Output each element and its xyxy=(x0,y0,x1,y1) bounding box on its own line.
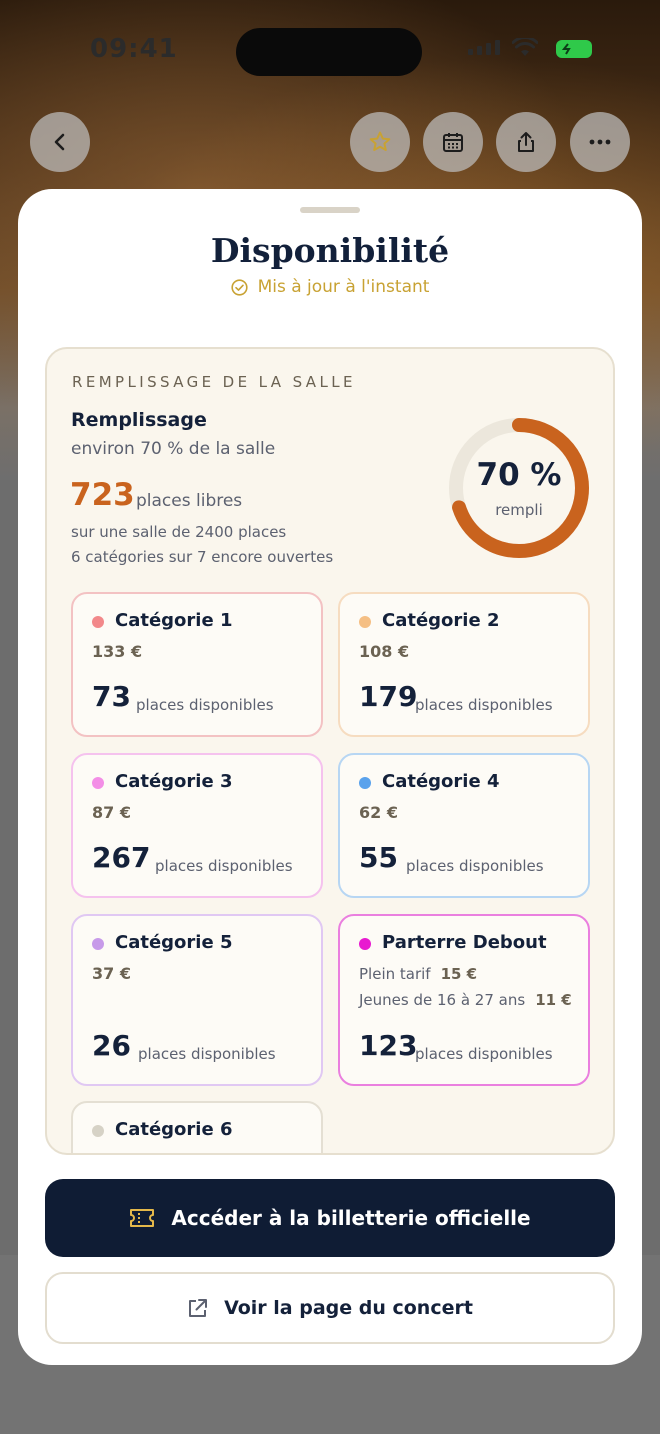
category-avail-label: places disponibles xyxy=(415,1045,553,1063)
category-dot xyxy=(92,938,104,950)
battery-icon xyxy=(556,40,592,58)
category-avail-label: places disponibles xyxy=(136,696,274,714)
cellular-signal-icon xyxy=(468,40,500,55)
more-icon xyxy=(589,139,611,145)
favorite-button[interactable] xyxy=(350,112,410,172)
category-card-1[interactable]: Catégorie 1 133 € 73 places disponibles xyxy=(71,592,323,737)
free-seats-label: places libres xyxy=(136,491,243,511)
category-price: 62 € xyxy=(359,803,398,822)
category-card-6[interactable]: Catégorie 6 xyxy=(71,1101,323,1153)
category-count: 55 xyxy=(359,841,398,874)
chevron-left-icon xyxy=(54,133,65,151)
donut-percent: 70 % xyxy=(476,457,562,493)
sheet-grabber[interactable] xyxy=(300,207,360,213)
category-name: Catégorie 5 xyxy=(115,932,233,953)
youth-price-label: Jeunes de 16 à 27 ans xyxy=(359,991,526,1009)
category-dot xyxy=(359,616,371,628)
update-status-text: Mis à jour à l'instant xyxy=(257,277,430,297)
wifi-icon xyxy=(512,38,538,56)
star-icon xyxy=(369,131,391,151)
concert-page-label: Voir la page du concert xyxy=(224,1297,473,1319)
concert-page-button[interactable]: Voir la page du concert xyxy=(45,1272,615,1344)
update-status: Mis à jour à l'instant xyxy=(18,277,642,297)
category-dot xyxy=(359,777,371,789)
share-button[interactable] xyxy=(496,112,556,172)
availability-sheet: Disponibilité Mis à jour à l'instant REM… xyxy=(18,189,642,1365)
category-card-5[interactable]: Catégorie 5 37 € 26 places disponibles xyxy=(71,914,323,1086)
full-price-line: Plein tarif 15 € xyxy=(359,965,477,983)
category-count: 267 xyxy=(92,841,151,874)
category-name: Catégorie 2 xyxy=(382,610,500,631)
dynamic-island xyxy=(236,28,422,76)
sheet-title: Disponibilité xyxy=(210,231,450,270)
category-avail-label: places disponibles xyxy=(406,857,544,875)
category-dot xyxy=(92,777,104,789)
category-count: 179 xyxy=(359,680,418,713)
open-categories: 6 catégories sur 7 encore ouvertes xyxy=(71,548,334,566)
free-seats-count: 723 xyxy=(70,477,135,513)
youth-price-line: Jeunes de 16 à 27 ans 11 € xyxy=(359,991,572,1009)
occupancy-subtitle: environ 70 % de la salle xyxy=(71,439,276,459)
more-button[interactable] xyxy=(570,112,630,172)
official-ticketing-label: Accéder à la billetterie officielle xyxy=(171,1206,531,1230)
category-card-4[interactable]: Catégorie 4 62 € 55 places disponibles xyxy=(338,753,590,898)
donut-label: rempli xyxy=(495,501,543,519)
category-card-3[interactable]: Catégorie 3 87 € 267 places disponibles xyxy=(71,753,323,898)
category-count: 123 xyxy=(359,1029,418,1062)
category-price: 37 € xyxy=(92,964,131,983)
category-name: Catégorie 6 xyxy=(115,1119,233,1140)
hall-capacity: sur une salle de 2400 places xyxy=(71,523,287,541)
category-avail-label: places disponibles xyxy=(415,696,553,714)
full-price-label: Plein tarif xyxy=(359,965,431,983)
check-circle-icon xyxy=(230,278,248,296)
category-count: 73 xyxy=(92,680,131,713)
category-card-2[interactable]: Catégorie 2 108 € 179 places disponibles xyxy=(338,592,590,737)
occupancy-title: Remplissage xyxy=(71,409,207,431)
category-name: Catégorie 4 xyxy=(382,771,500,792)
occupancy-card: REMPLISSAGE DE LA SALLE Remplissage envi… xyxy=(45,347,615,1155)
external-link-icon xyxy=(189,1298,208,1317)
youth-price-value: 11 € xyxy=(535,991,572,1009)
category-name: Catégorie 1 xyxy=(115,610,233,631)
category-avail-label: places disponibles xyxy=(138,1045,276,1063)
category-price: 108 € xyxy=(359,642,410,661)
category-price: 87 € xyxy=(92,803,131,822)
status-bar: 09:41 xyxy=(0,28,660,76)
category-dot xyxy=(92,1125,104,1137)
status-time: 09:41 xyxy=(90,34,178,64)
ticket-icon xyxy=(130,1209,155,1227)
section-heading: REMPLISSAGE DE LA SALLE xyxy=(72,373,356,391)
full-price-value: 15 € xyxy=(440,965,478,983)
calendar-icon xyxy=(443,133,463,152)
category-name: Parterre Debout xyxy=(382,932,547,953)
category-card-standing[interactable]: Parterre Debout Plein tarif 15 € Jeunes d… xyxy=(338,914,590,1086)
calendar-button[interactable] xyxy=(423,112,483,172)
back-button[interactable] xyxy=(30,112,90,172)
category-dot xyxy=(359,938,371,950)
category-dot xyxy=(92,616,104,628)
share-icon xyxy=(518,132,534,152)
category-name: Catégorie 3 xyxy=(115,771,233,792)
official-ticketing-button[interactable]: Accéder à la billetterie officielle xyxy=(45,1179,615,1257)
category-avail-label: places disponibles xyxy=(155,857,293,875)
category-count: 26 xyxy=(92,1029,131,1062)
category-price: 133 € xyxy=(92,642,143,661)
